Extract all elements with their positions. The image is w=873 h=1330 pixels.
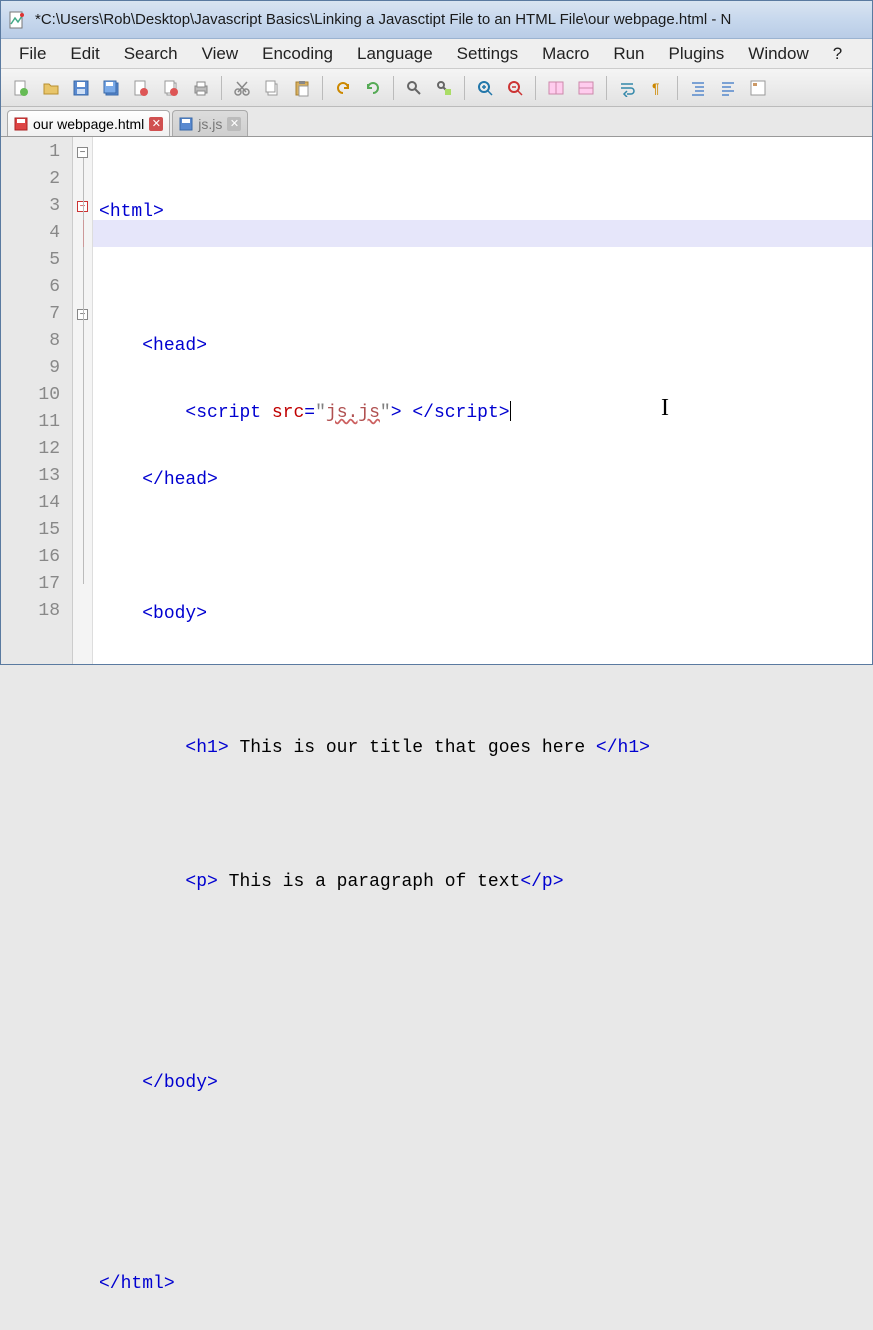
titlebar: *C:\Users\Rob\Desktop\Javascript Basics\… xyxy=(1,1,872,39)
save-button[interactable] xyxy=(67,74,95,102)
show-all-chars-button[interactable]: ¶ xyxy=(643,74,671,102)
editor: 1 2 3 4 5 6 7 8 9 10 11 12 13 14 15 16 1… xyxy=(1,137,872,664)
toolbar-separator xyxy=(464,76,465,100)
fold-column: − − − xyxy=(73,137,93,664)
tab-close-button[interactable]: ✕ xyxy=(149,117,163,131)
line-number: 17 xyxy=(1,571,72,598)
code-line[interactable] xyxy=(99,1003,872,1030)
code-line[interactable] xyxy=(99,1137,872,1164)
menu-help[interactable]: ? xyxy=(823,40,852,68)
replace-button[interactable] xyxy=(430,74,458,102)
line-number: 16 xyxy=(1,544,72,571)
menu-view[interactable]: View xyxy=(192,40,249,68)
find-button[interactable] xyxy=(400,74,428,102)
menu-search[interactable]: Search xyxy=(114,40,188,68)
line-number: 4 xyxy=(1,220,72,247)
toolbar-separator xyxy=(535,76,536,100)
toolbar: ¶ xyxy=(1,69,872,107)
svg-text:¶: ¶ xyxy=(652,80,660,96)
tab-label: js.js xyxy=(198,116,222,132)
line-number: 6 xyxy=(1,274,72,301)
code-line[interactable] xyxy=(99,1204,872,1231)
zoom-in-button[interactable] xyxy=(471,74,499,102)
menu-plugins[interactable]: Plugins xyxy=(659,40,735,68)
sync-h-button[interactable] xyxy=(572,74,600,102)
menu-window[interactable]: Window xyxy=(738,40,818,68)
line-number: 13 xyxy=(1,463,72,490)
line-number: 3 xyxy=(1,193,72,220)
copy-button[interactable] xyxy=(258,74,286,102)
menu-language[interactable]: Language xyxy=(347,40,443,68)
line-number: 9 xyxy=(1,355,72,382)
code-line[interactable]: <body> xyxy=(99,601,872,628)
indent-guide-button[interactable] xyxy=(684,74,712,102)
code-line[interactable] xyxy=(99,266,872,293)
code-line[interactable]: <p> This is a paragraph of text</p> xyxy=(99,869,872,896)
undo-button[interactable] xyxy=(329,74,357,102)
menu-file[interactable]: File xyxy=(9,40,56,68)
toolbar-separator xyxy=(606,76,607,100)
word-wrap-button[interactable] xyxy=(613,74,641,102)
save-all-button[interactable] xyxy=(97,74,125,102)
sync-v-button[interactable] xyxy=(542,74,570,102)
text-caret xyxy=(510,401,511,421)
paste-button[interactable] xyxy=(288,74,316,102)
menu-encoding[interactable]: Encoding xyxy=(252,40,343,68)
line-number: 2 xyxy=(1,166,72,193)
line-number: 10 xyxy=(1,382,72,409)
new-file-button[interactable] xyxy=(7,74,35,102)
line-number: 8 xyxy=(1,328,72,355)
file-saved-icon xyxy=(179,117,193,131)
line-number: 5 xyxy=(1,247,72,274)
menu-run[interactable]: Run xyxy=(603,40,654,68)
line-number: 18 xyxy=(1,598,72,625)
toolbar-separator xyxy=(322,76,323,100)
line-number: 7 xyxy=(1,301,72,328)
line-number: 14 xyxy=(1,490,72,517)
toolbar-separator xyxy=(221,76,222,100)
toolbar-separator xyxy=(393,76,394,100)
code-line[interactable] xyxy=(99,802,872,829)
menu-settings[interactable]: Settings xyxy=(447,40,528,68)
tab-js[interactable]: js.js ✕ xyxy=(172,110,248,136)
toolbar-separator xyxy=(677,76,678,100)
line-number: 12 xyxy=(1,436,72,463)
tab-label: our webpage.html xyxy=(33,116,144,132)
tabbar: our webpage.html ✕ js.js ✕ xyxy=(1,107,872,137)
line-number: 11 xyxy=(1,409,72,436)
line-number: 15 xyxy=(1,517,72,544)
print-button[interactable] xyxy=(187,74,215,102)
close-file-button[interactable] xyxy=(127,74,155,102)
tab-our-webpage[interactable]: our webpage.html ✕ xyxy=(7,110,170,136)
code-line[interactable]: <html> xyxy=(99,199,872,226)
window-title: *C:\Users\Rob\Desktop\Javascript Basics\… xyxy=(35,11,731,28)
code-line[interactable]: <h1> This is our title that goes here </… xyxy=(99,735,872,762)
menu-macro[interactable]: Macro xyxy=(532,40,599,68)
code-line[interactable] xyxy=(99,936,872,963)
code-line[interactable]: <head> xyxy=(99,333,872,360)
doc-map-button[interactable] xyxy=(744,74,772,102)
fold-toggle[interactable]: − xyxy=(77,147,88,158)
zoom-out-button[interactable] xyxy=(501,74,529,102)
menubar: File Edit Search View Encoding Language … xyxy=(1,39,872,69)
app-icon xyxy=(7,9,29,31)
code-line[interactable]: </body> xyxy=(99,1070,872,1097)
line-number-gutter: 1 2 3 4 5 6 7 8 9 10 11 12 13 14 15 16 1… xyxy=(1,137,73,664)
code-line[interactable]: </html> xyxy=(99,1271,872,1298)
cut-button[interactable] xyxy=(228,74,256,102)
code-line[interactable]: <script src="js.js"> </script> xyxy=(99,400,872,427)
file-unsaved-icon xyxy=(14,117,28,131)
redo-button[interactable] xyxy=(359,74,387,102)
code-line[interactable] xyxy=(99,534,872,561)
code-line[interactable]: </head> xyxy=(99,467,872,494)
close-all-button[interactable] xyxy=(157,74,185,102)
user-lang-button[interactable] xyxy=(714,74,742,102)
code-area[interactable]: <html> <head> <script src="js.js"> </scr… xyxy=(93,137,872,664)
line-number: 1 xyxy=(1,139,72,166)
menu-edit[interactable]: Edit xyxy=(60,40,109,68)
tab-close-button[interactable]: ✕ xyxy=(227,117,241,131)
open-file-button[interactable] xyxy=(37,74,65,102)
code-line[interactable] xyxy=(99,668,872,695)
